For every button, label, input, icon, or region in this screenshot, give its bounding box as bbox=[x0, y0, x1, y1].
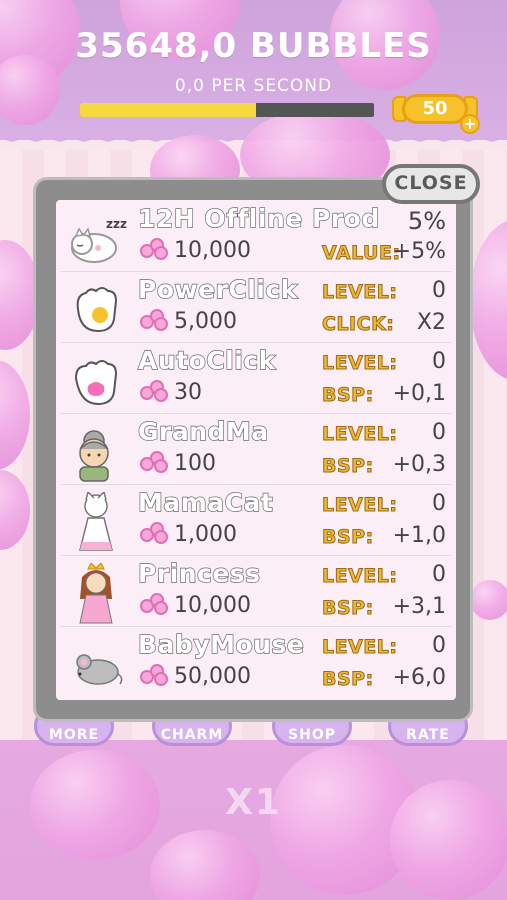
upgrade-name: BabyMouse bbox=[137, 629, 305, 659]
upgrade-row-offline[interactable]: zzz 12H Offline Prod 10,000 5% VALUE: +5… bbox=[60, 202, 452, 272]
bubble-currency-icon bbox=[140, 451, 174, 473]
upgrade-stat-label: VALUE: bbox=[322, 242, 401, 265]
upgrade-stat-value: X2 bbox=[416, 310, 446, 335]
upgrade-stat-label: CLICK: bbox=[321, 313, 395, 336]
upgrade-row-grandma[interactable]: GrandMa 100 LEVEL: 0 BSP: +0,3 bbox=[60, 415, 452, 485]
upgrade-row-babymouse[interactable]: BabyMouse 50,000 LEVEL: 0 BSP: +6,0 bbox=[60, 628, 452, 698]
progress-bar bbox=[80, 103, 374, 117]
bubble-currency-icon bbox=[140, 238, 174, 260]
upgrade-cost: 5,000 bbox=[140, 309, 237, 334]
upgrade-stat-label: BSP: bbox=[322, 526, 374, 549]
upgrade-percent: 5% bbox=[407, 207, 446, 235]
pink-paw-icon bbox=[68, 356, 124, 408]
yellow-paw-icon bbox=[68, 285, 124, 337]
upgrade-cost: 50,000 bbox=[140, 664, 251, 689]
candy-currency-button[interactable]: 50 + bbox=[392, 92, 480, 134]
upgrade-stat-value: +0,3 bbox=[392, 452, 446, 477]
upgrade-stat-value: +3,1 bbox=[392, 594, 446, 619]
upgrade-cost: 100 bbox=[140, 451, 216, 476]
upgrade-level-label: LEVEL: bbox=[321, 281, 398, 304]
upgrade-name: GrandMa bbox=[137, 416, 269, 446]
cost-value: 10,000 bbox=[174, 238, 251, 263]
upgrade-name: Princess bbox=[137, 558, 261, 588]
cost-value: 10,000 bbox=[174, 593, 251, 618]
upgrade-level-label: LEVEL: bbox=[321, 423, 398, 446]
upgrade-level-value: 0 bbox=[432, 491, 446, 516]
upgrade-stat-label: BSP: bbox=[322, 597, 374, 620]
upgrade-name: 12H Offline Prod bbox=[137, 203, 380, 233]
upgrade-stat-value: +6,0 bbox=[392, 665, 446, 690]
cost-value: 5,000 bbox=[174, 309, 237, 334]
upgrade-stat-label: BSP: bbox=[322, 668, 374, 691]
upgrade-level-value: 0 bbox=[432, 349, 446, 374]
grandma-icon bbox=[68, 427, 124, 482]
add-candy-icon[interactable]: + bbox=[460, 114, 480, 134]
upgrade-name: PowerClick bbox=[137, 274, 298, 304]
princess-icon bbox=[68, 562, 124, 624]
bubble-currency-icon bbox=[140, 664, 174, 686]
upgrade-level-label: LEVEL: bbox=[321, 565, 398, 588]
multiplier-label: X1 bbox=[225, 782, 282, 823]
close-button[interactable]: CLOSE bbox=[382, 164, 480, 204]
upgrade-level-label: LEVEL: bbox=[321, 494, 398, 517]
upgrade-level-label: LEVEL: bbox=[321, 636, 398, 659]
upgrade-level-label: LEVEL: bbox=[321, 352, 398, 375]
mouse-icon bbox=[68, 640, 124, 692]
upgrade-row-autoclick[interactable]: AutoClick 30 LEVEL: 0 BSP: +0,1 bbox=[60, 344, 452, 414]
cost-value: 50,000 bbox=[174, 664, 251, 689]
bubble-currency-icon bbox=[140, 593, 174, 615]
upgrade-cost: 10,000 bbox=[140, 593, 251, 618]
upgrade-stat-value: +5% bbox=[392, 239, 446, 264]
upgrade-level-value: 0 bbox=[432, 633, 446, 658]
bubble-currency-icon bbox=[140, 522, 174, 544]
upgrade-name: AutoClick bbox=[137, 345, 276, 375]
bubble bbox=[470, 580, 507, 620]
cost-value: 1,000 bbox=[174, 522, 237, 547]
upgrade-cost: 1,000 bbox=[140, 522, 237, 547]
upgrade-stat-value: +1,0 bbox=[392, 523, 446, 548]
upgrade-cost: 10,000 bbox=[140, 238, 251, 263]
bubble-count: 35648,0 BUBBLES bbox=[75, 26, 432, 66]
upgrade-cost: 30 bbox=[140, 380, 202, 405]
bubble-currency-icon bbox=[140, 309, 174, 331]
progress-fill bbox=[80, 103, 257, 117]
svg-text:zzz: zzz bbox=[106, 217, 127, 231]
upgrade-stat-label: BSP: bbox=[322, 455, 374, 478]
cost-value: 100 bbox=[174, 451, 216, 476]
bubble-currency-icon bbox=[140, 380, 174, 402]
upgrade-stat-label: BSP: bbox=[322, 384, 374, 407]
upgrade-stat-value: +0,1 bbox=[392, 381, 446, 406]
upgrade-row-powerclick[interactable]: PowerClick 5,000 LEVEL: 0 CLICK: X2 bbox=[60, 273, 452, 343]
upgrade-row-mamacat[interactable]: MamaCat 1,000 LEVEL: 0 BSP: +1,0 bbox=[60, 486, 452, 556]
upgrade-level-value: 0 bbox=[432, 278, 446, 303]
upgrade-level-value: 0 bbox=[432, 562, 446, 587]
mama-cat-icon bbox=[68, 490, 124, 551]
cost-value: 30 bbox=[174, 380, 202, 405]
sleeping-cat-icon: zzz bbox=[68, 214, 127, 266]
upgrade-row-princess[interactable]: Princess 10,000 LEVEL: 0 BSP: +3,1 bbox=[60, 557, 452, 627]
upgrade-name: MamaCat bbox=[137, 487, 274, 517]
upgrade-level-value: 0 bbox=[432, 420, 446, 445]
candy-count: 50 bbox=[402, 94, 468, 124]
